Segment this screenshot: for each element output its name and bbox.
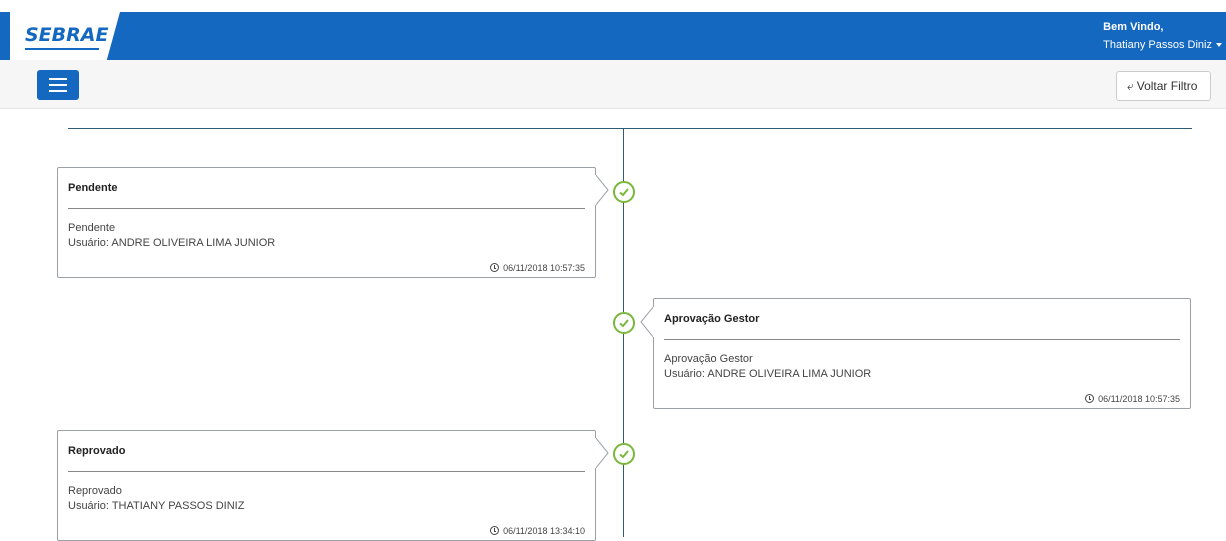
menu-icon xyxy=(49,78,67,80)
sebrae-logo[interactable]: SEBRAE xyxy=(10,12,120,60)
user-name: Thatiany Passos Diniz xyxy=(1103,39,1212,51)
back-filter-label: Voltar Filtro xyxy=(1136,79,1198,93)
welcome-text: Bem Vindo, xyxy=(1103,21,1164,33)
logo-text: SEBRAE xyxy=(25,24,109,46)
card-user: Usuário: ANDRE OLIVEIRA LIMA JUNIOR xyxy=(664,368,872,380)
back-filter-button[interactable]: ⤶ Voltar Filtro xyxy=(1116,71,1211,101)
card-pointer xyxy=(595,437,609,469)
card-status: Aprovação Gestor xyxy=(664,353,753,365)
user-name-dropdown[interactable]: Thatiany Passos Diniz xyxy=(1103,36,1222,54)
menu-toggle-button[interactable] xyxy=(37,70,79,100)
card-timestamp: 06/11/2018 13:34:10 xyxy=(490,526,585,536)
card-timestamp: 06/11/2018 10:57:35 xyxy=(490,263,585,273)
card-title: Pendente xyxy=(68,182,118,194)
header-bar xyxy=(0,12,1226,60)
toolbar: ⤶ Voltar Filtro xyxy=(0,60,1226,109)
check-icon xyxy=(619,319,629,328)
clock-icon xyxy=(490,263,500,272)
check-badge xyxy=(613,181,635,203)
clock-icon xyxy=(1085,394,1095,403)
card-title: Aprovação Gestor xyxy=(664,313,760,325)
card-title: Reprovado xyxy=(68,445,126,457)
timeline-card-reprovado: Reprovado Reprovado Usuário: THATIANY PA… xyxy=(57,430,596,541)
check-icon xyxy=(619,188,629,197)
card-timestamp: 06/11/2018 10:57:35 xyxy=(1085,394,1180,404)
timeline-card-aprovacao-gestor: Aprovação Gestor Aprovação Gestor Usuári… xyxy=(653,298,1191,409)
card-user: Usuário: ANDRE OLIVEIRA LIMA JUNIOR xyxy=(68,237,276,249)
check-badge xyxy=(613,443,635,465)
card-pointer xyxy=(595,174,609,206)
card-pointer xyxy=(640,306,654,338)
chevron-down-icon xyxy=(1216,43,1222,48)
timeline-top-rule xyxy=(68,128,1192,129)
card-status: Reprovado xyxy=(68,485,122,497)
user-menu[interactable]: Bem Vindo, Thatiany Passos Diniz xyxy=(1103,18,1222,54)
reply-arrow-icon: ⤶ xyxy=(1127,79,1134,93)
app-header: SEBRAE Bem Vindo, Thatiany Passos Diniz xyxy=(0,0,1226,60)
timeline-card-pendente: Pendente Pendente Usuário: ANDRE OLIVEIR… xyxy=(57,167,596,278)
card-status: Pendente xyxy=(68,222,116,234)
clock-icon xyxy=(490,526,500,535)
check-badge xyxy=(613,312,635,334)
check-icon xyxy=(619,450,629,459)
card-user: Usuário: THATIANY PASSOS DINIZ xyxy=(68,500,245,512)
